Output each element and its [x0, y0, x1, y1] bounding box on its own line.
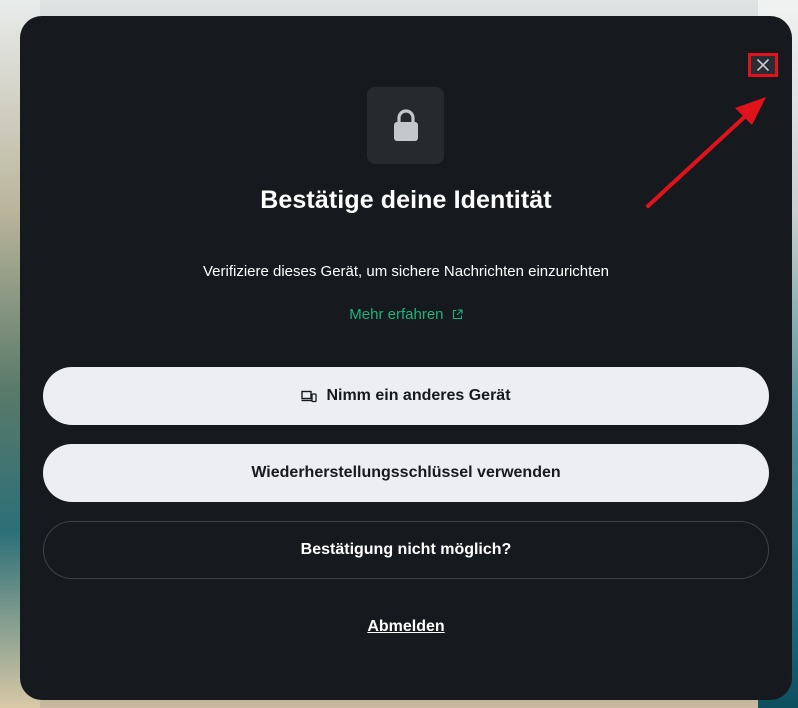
- cant-confirm-label: Bestätigung nicht möglich?: [300, 541, 512, 558]
- use-recovery-key-label: Wiederherstellungsschlüssel verwenden: [251, 464, 561, 481]
- lock-icon: [393, 108, 418, 141]
- sign-out-link[interactable]: Abmelden: [367, 618, 444, 635]
- learn-more-link[interactable]: Mehr erfahren: [20, 306, 792, 324]
- use-other-device-button[interactable]: Nimm ein anderes Gerät: [43, 367, 769, 425]
- external-link-icon: [452, 307, 463, 324]
- verify-identity-dialog: Bestätige deine Identität Verifiziere di…: [20, 16, 792, 700]
- devices-icon: [301, 390, 318, 403]
- sign-out-link-row: Abmelden: [20, 618, 792, 636]
- lock-badge: [367, 87, 444, 164]
- use-recovery-key-button[interactable]: Wiederherstellungsschlüssel verwenden: [43, 444, 769, 502]
- cant-confirm-button[interactable]: Bestätigung nicht möglich?: [43, 521, 769, 579]
- use-other-device-label: Nimm ein anderes Gerät: [326, 387, 511, 404]
- dialog-subtitle: Verifiziere dieses Gerät, um sichere Nac…: [202, 263, 610, 280]
- dialog-title: Bestätige deine Identität: [260, 186, 552, 214]
- close-button[interactable]: [748, 53, 778, 77]
- close-icon: [757, 59, 769, 71]
- learn-more-label: Mehr erfahren: [349, 306, 444, 323]
